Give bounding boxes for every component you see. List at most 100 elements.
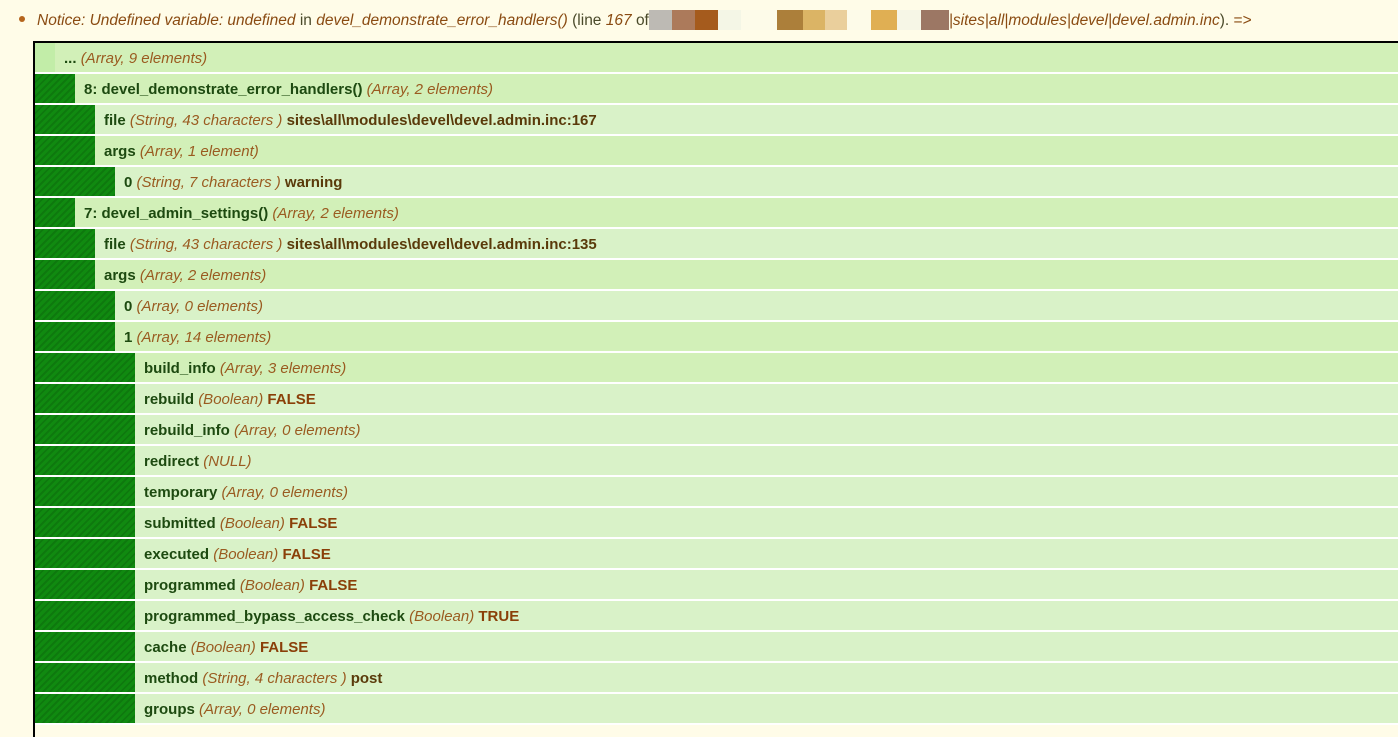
tree-row-content: 0 (Array, 0 elements) xyxy=(115,291,1398,320)
tree-row[interactable]: method (String, 4 characters ) post xyxy=(35,663,1398,694)
indent-gutter xyxy=(35,477,135,506)
tree-row-label: 7: devel_admin_settings() (Array, 2 elem… xyxy=(75,205,399,222)
redacted-block-11 xyxy=(920,10,949,30)
notice-bar: Notice: Undefined variable: undefined in… xyxy=(0,0,1398,41)
notice-close-paren: ). xyxy=(1219,12,1230,30)
tree-row-label: submitted (Boolean) FALSE xyxy=(135,515,337,532)
backtrace-tree: ... (Array, 9 elements) 8: devel_demonstr… xyxy=(33,41,1398,737)
tree-row-content: programmed (Boolean) FALSE xyxy=(135,570,1398,599)
tree-row[interactable]: build_info (Array, 3 elements) xyxy=(35,353,1398,384)
indent-gutter xyxy=(35,415,135,444)
tree-row-label: rebuild_info (Array, 0 elements) xyxy=(135,422,360,439)
redacted-block-0 xyxy=(648,10,672,30)
tree-row-key: programmed xyxy=(144,577,236,594)
tree-row-content: 8: devel_demonstrate_error_handlers() (A… xyxy=(75,74,1398,103)
redacted-block-1 xyxy=(671,10,695,30)
tree-row-label: executed (Boolean) FALSE xyxy=(135,546,331,563)
notice-arrow: => xyxy=(1233,12,1252,30)
tree-row[interactable]: args (Array, 1 element) xyxy=(35,136,1398,167)
tree-row-type: (NULL) xyxy=(203,453,252,470)
tree-row-type: (Array, 0 elements) xyxy=(234,422,361,439)
tree-row-content: submitted (Boolean) FALSE xyxy=(135,508,1398,537)
tree-row-content: cache (Boolean) FALSE xyxy=(135,632,1398,661)
notice-line-open: (line xyxy=(572,12,602,30)
tree-row-label: 0 (String, 7 characters ) warning xyxy=(115,174,342,191)
tree-row[interactable]: redirect (NULL) xyxy=(35,446,1398,477)
tree-row-type: (Boolean) xyxy=(190,639,256,656)
indent-gutter xyxy=(35,570,135,599)
tree-row[interactable]: ... (Array, 9 elements) xyxy=(35,43,1398,74)
tree-row[interactable]: 0 (Array, 0 elements) xyxy=(35,291,1398,322)
tree-row[interactable]: groups (Array, 0 elements) xyxy=(35,694,1398,725)
tree-row-content: 7: devel_admin_settings() (Array, 2 elem… xyxy=(75,198,1398,227)
tree-row-type: (String, 43 characters ) xyxy=(129,112,283,129)
tree-row-label: redirect (NULL) xyxy=(135,453,252,470)
tree-row-content: ... (Array, 9 elements) xyxy=(55,43,1398,72)
tree-row[interactable]: 1 (Array, 14 elements) xyxy=(35,322,1398,353)
indent-gutter xyxy=(35,198,75,227)
tree-row-key: 0 xyxy=(124,298,133,315)
tree-row[interactable]: file (String, 43 characters ) sites\all\… xyxy=(35,105,1398,136)
notice-in-word: in xyxy=(299,12,312,30)
tree-row-key: method xyxy=(144,670,199,687)
tree-row-content: temporary (Array, 0 elements) xyxy=(135,477,1398,506)
tree-row[interactable]: file (String, 43 characters ) sites\all\… xyxy=(35,229,1398,260)
indent-gutter xyxy=(35,260,95,289)
tree-row[interactable]: 0 (String, 7 characters ) warning xyxy=(35,167,1398,198)
indent-gutter xyxy=(35,601,135,630)
redacted-block-2 xyxy=(694,10,718,30)
tree-row-type: (Array, 0 elements) xyxy=(136,298,263,315)
indent-gutter xyxy=(35,539,135,568)
tree-row[interactable]: args (Array, 2 elements) xyxy=(35,260,1398,291)
tree-row-label: args (Array, 1 element) xyxy=(95,143,259,160)
tree-row-label: 1 (Array, 14 elements) xyxy=(115,329,271,346)
tree-row-label: groups (Array, 0 elements) xyxy=(135,701,325,718)
tree-row-value: FALSE xyxy=(259,639,309,656)
tree-row[interactable]: programmed_bypass_access_check (Boolean)… xyxy=(35,601,1398,632)
tree-row-label: rebuild (Boolean) FALSE xyxy=(135,391,316,408)
tree-row-value: sites\all\modules\devel\devel.admin.inc:… xyxy=(286,112,597,129)
tree-row-value: warning xyxy=(284,174,343,191)
tree-row-type: (Array, 9 elements) xyxy=(80,50,208,67)
tree-row-type: (Boolean) xyxy=(219,515,285,532)
tree-row-type: (Array, 1 element) xyxy=(139,143,259,160)
tree-row-key: executed xyxy=(144,546,210,563)
tree-row[interactable]: 7: devel_admin_settings() (Array, 2 elem… xyxy=(35,198,1398,229)
tree-row-content: 1 (Array, 14 elements) xyxy=(115,322,1398,351)
notice-function-name: devel_demonstrate_error_handlers() xyxy=(316,12,568,30)
tree-row-label: method (String, 4 characters ) post xyxy=(135,670,382,687)
notice-of-word: of xyxy=(635,12,649,30)
tree-row-key: programmed_bypass_access_check xyxy=(144,608,405,625)
tree-row-type: (Array, 3 elements) xyxy=(219,360,347,377)
tree-row[interactable]: submitted (Boolean) FALSE xyxy=(35,508,1398,539)
redacted-block-8 xyxy=(846,10,871,30)
tree-row-label: 8: devel_demonstrate_error_handlers() (A… xyxy=(75,81,493,98)
tree-row-key: file xyxy=(104,112,126,129)
bullet-icon xyxy=(19,16,25,22)
redacted-block-10 xyxy=(896,10,921,30)
indent-gutter xyxy=(35,136,95,165)
tree-row-content: args (Array, 2 elements) xyxy=(95,260,1398,289)
tree-row-key: 1 xyxy=(124,329,133,346)
tree-row[interactable]: cache (Boolean) FALSE xyxy=(35,632,1398,663)
tree-row-key: redirect xyxy=(144,453,200,470)
tree-row-type: (Array, 2 elements) xyxy=(139,267,267,284)
tree-row-key: 0 xyxy=(124,174,133,191)
tree-row[interactable]: rebuild_info (Array, 0 elements) xyxy=(35,415,1398,446)
tree-row-content: 0 (String, 7 characters ) warning xyxy=(115,167,1398,196)
tree-row[interactable]: executed (Boolean) FALSE xyxy=(35,539,1398,570)
tree-row[interactable]: 8: devel_demonstrate_error_handlers() (A… xyxy=(35,74,1398,105)
tree-row[interactable]: rebuild (Boolean) FALSE xyxy=(35,384,1398,415)
tree-row[interactable]: programmed (Boolean) FALSE xyxy=(35,570,1398,601)
indent-gutter xyxy=(35,508,135,537)
tree-row-label: 0 (Array, 0 elements) xyxy=(115,298,263,315)
indent-gutter xyxy=(35,74,75,103)
tree-row-value: sites\all\modules\devel\devel.admin.inc:… xyxy=(286,236,597,253)
indent-gutter xyxy=(35,632,135,661)
tree-row-content: args (Array, 1 element) xyxy=(95,136,1398,165)
tree-row-content: redirect (NULL) xyxy=(135,446,1398,475)
indent-gutter xyxy=(35,229,95,258)
tree-row-label: cache (Boolean) FALSE xyxy=(135,639,308,656)
tree-row[interactable]: temporary (Array, 0 elements) xyxy=(35,477,1398,508)
notice-message: Undefined variable: undefined xyxy=(89,12,296,30)
